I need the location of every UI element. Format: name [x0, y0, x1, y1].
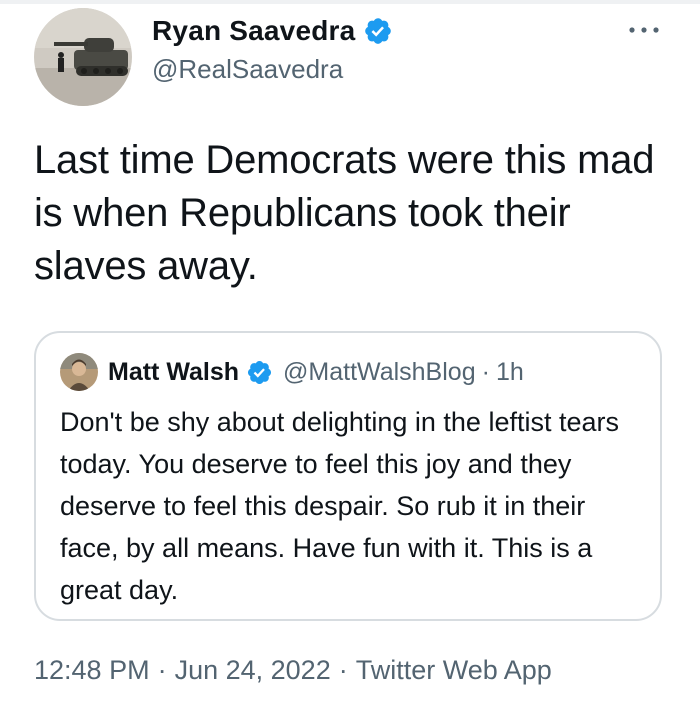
quote-header: Matt Walsh @MattWalshBlog · 1h [108, 353, 524, 391]
quote-separator: · [481, 357, 490, 386]
top-divider [0, 0, 700, 4]
author-handle[interactable]: @RealSaavedra [152, 54, 343, 85]
tweet-text: Last time Democrats were this mad is whe… [34, 138, 655, 288]
quote-author-handle[interactable]: @MattWalshBlog [283, 358, 476, 387]
meta-separator: · [157, 655, 167, 685]
tank-photo-avatar-icon [34, 8, 132, 106]
author-avatar[interactable] [34, 8, 132, 106]
quoted-tweet-card[interactable]: Matt Walsh @MattWalshBlog · 1h Don't be … [34, 331, 662, 621]
more-dots-icon [629, 27, 659, 33]
tweet-date[interactable]: Jun 24, 2022 [175, 655, 331, 685]
tweet-meta: 12:48 PM · Jun 24, 2022 · Twitter Web App [34, 655, 552, 686]
quote-author-name[interactable]: Matt Walsh [108, 358, 239, 387]
meta-separator: · [338, 655, 348, 685]
more-options-button[interactable] [626, 20, 662, 40]
author-name-row: Ryan Saavedra [152, 12, 393, 50]
quote-verified-badge-icon [248, 360, 272, 384]
quote-timestamp[interactable]: 1h [496, 358, 524, 387]
tweet-time[interactable]: 12:48 PM [34, 655, 150, 685]
verified-badge-icon [365, 18, 392, 44]
quote-text: Don't be shy about delighting in the lef… [60, 407, 619, 605]
author-name[interactable]: Ryan Saavedra [152, 15, 355, 47]
quote-author-avatar[interactable] [60, 353, 98, 391]
tweet-source-link[interactable]: Twitter Web App [356, 655, 552, 685]
person-photo-avatar-icon [60, 353, 98, 391]
